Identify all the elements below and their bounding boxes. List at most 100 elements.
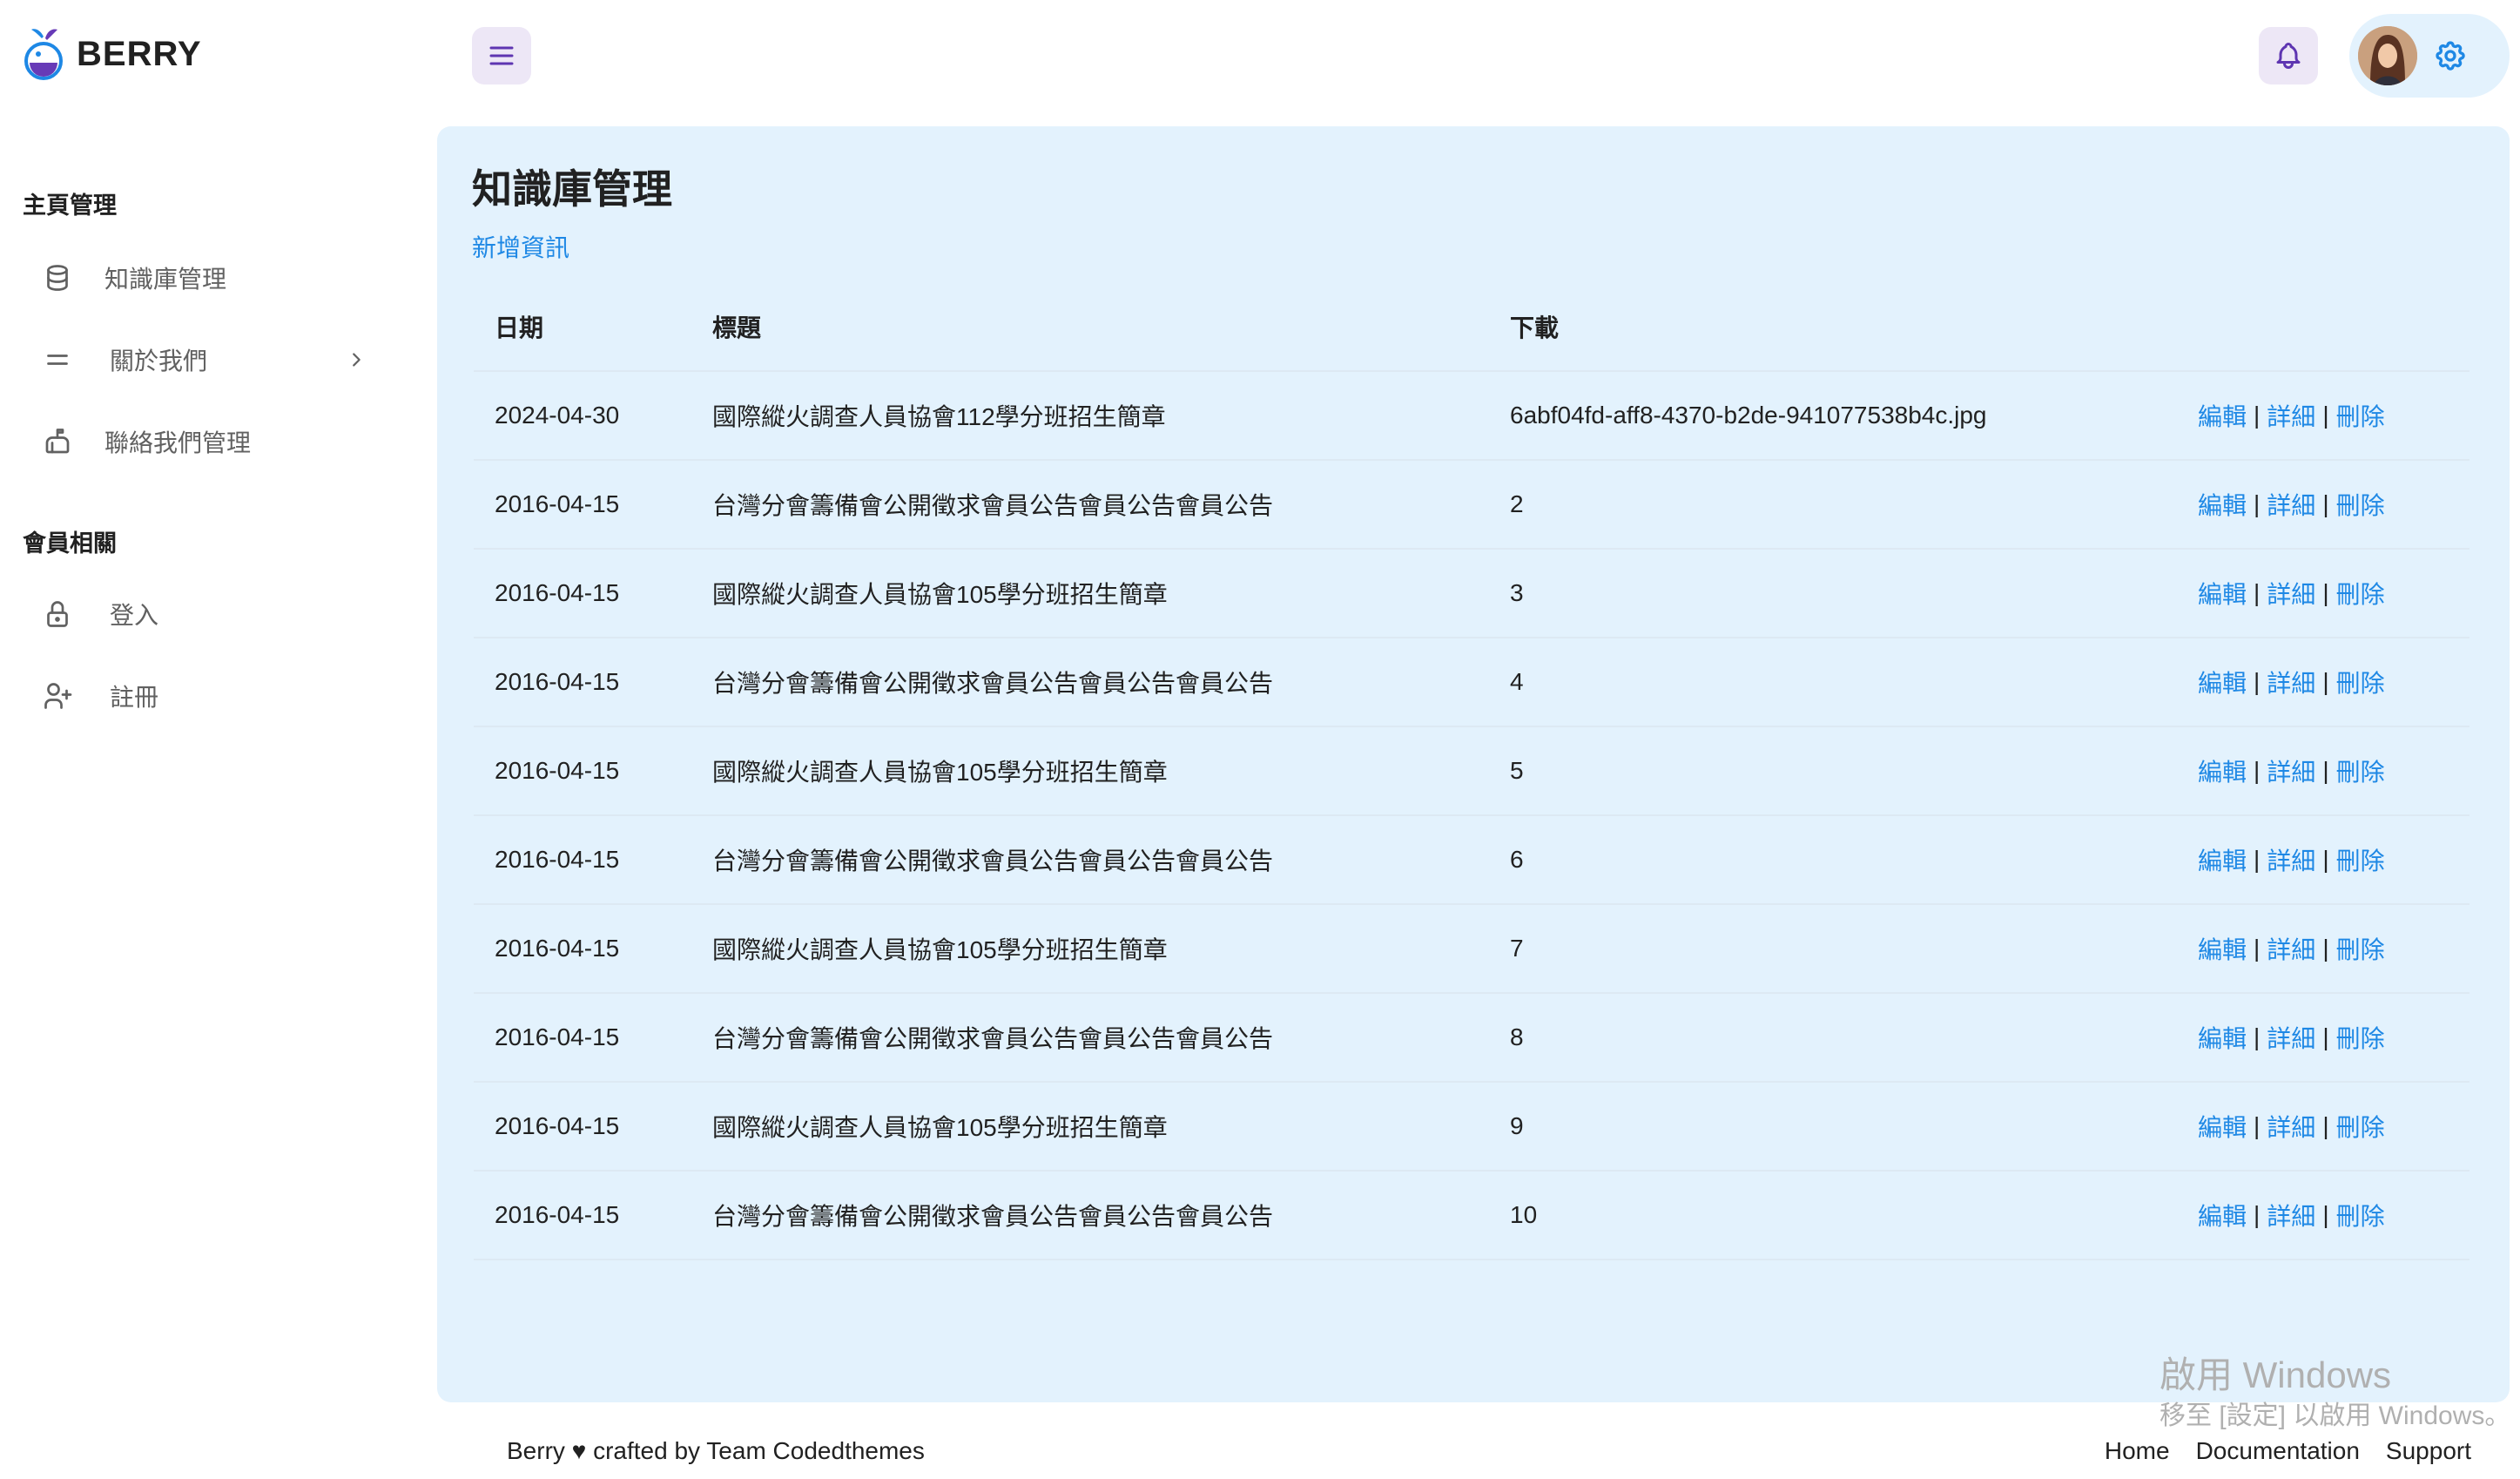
sidebar-item-contact-us[interactable]: 聯絡我們管理: [40, 411, 388, 472]
action-separator: |: [2322, 1112, 2329, 1139]
cell-download[interactable]: 6: [1510, 816, 1524, 903]
cell-date: 2016-04-15: [495, 1112, 620, 1139]
cell-date: 2016-04-15: [495, 1201, 620, 1228]
delete-link[interactable]: 刪除: [2336, 576, 2385, 611]
cell-download[interactable]: 2: [1510, 461, 1524, 548]
sidebar-item-login[interactable]: 登入: [40, 584, 388, 645]
edit-link[interactable]: 編輯: [2198, 1020, 2247, 1055]
detail-link[interactable]: 詳細: [2267, 842, 2315, 877]
edit-link[interactable]: 編輯: [2198, 398, 2247, 433]
detail-link[interactable]: 詳細: [2267, 753, 2315, 788]
windows-activation-watermark: 啟用 Windows 移至 [設定] 以啟用 Windows。: [2160, 1352, 2510, 1434]
edit-link[interactable]: 編輯: [2198, 487, 2247, 522]
table-row: 2016-04-15 台灣分會籌備會公開徵求會員公告會員公告會員公告 6 編輯 |…: [474, 816, 2469, 905]
footer-link-documentation[interactable]: Documentation: [2196, 1437, 2360, 1465]
delete-link[interactable]: 刪除: [2336, 398, 2385, 433]
cell-title: 台灣分會籌備會公開徵求會員公告會員公告會員公告: [712, 1203, 1274, 1230]
edit-link[interactable]: 編輯: [2198, 665, 2247, 699]
chevron-right-icon: [353, 353, 360, 367]
sidebar-item-about-us[interactable]: 關於我們: [40, 329, 388, 390]
sidebar-item-label: 註冊: [110, 684, 159, 711]
sidebar-item-label: 聯絡我們管理: [104, 429, 252, 456]
table-row: 2016-04-15 台灣分會籌備會公開徵求會員公告會員公告會員公告 10 編輯…: [474, 1172, 2469, 1260]
brand-logo[interactable]: BERRY: [23, 26, 202, 82]
notifications-button[interactable]: [2259, 27, 2318, 84]
action-separator: |: [2322, 402, 2329, 429]
action-separator: |: [2254, 1201, 2261, 1228]
action-separator: |: [2322, 757, 2329, 784]
edit-link[interactable]: 編輯: [2198, 1109, 2247, 1144]
cell-actions: 編輯 | 詳細 | 刪除: [2198, 1083, 2385, 1170]
cell-title: 台灣分會籌備會公開徵求會員公告會員公告會員公告: [712, 848, 1274, 875]
detail-link[interactable]: 詳細: [2267, 487, 2315, 522]
edit-link[interactable]: 編輯: [2198, 576, 2247, 611]
table-row: 2016-04-15 國際縱火調查人員協會105學分班招生簡章 3 編輯 | 詳細 |…: [474, 550, 2469, 638]
table-row: 2016-04-15 台灣分會籌備會公開徵求會員公告會員公告會員公告 8 編輯 |…: [474, 994, 2469, 1083]
cell-actions: 編輯 | 詳細 | 刪除: [2198, 727, 2385, 814]
page-title: 知識庫管理: [472, 166, 672, 212]
column-header-download: 下載: [1510, 314, 1560, 341]
delete-link[interactable]: 刪除: [2336, 1109, 2385, 1144]
sidebar-item-label: 知識庫管理: [104, 266, 227, 293]
cell-date: 2016-04-15: [495, 935, 620, 962]
action-separator: |: [2322, 490, 2329, 517]
cell-download[interactable]: 9: [1510, 1083, 1524, 1170]
delete-link[interactable]: 刪除: [2336, 842, 2385, 877]
detail-link[interactable]: 詳細: [2267, 1198, 2315, 1232]
detail-link[interactable]: 詳細: [2267, 398, 2315, 433]
profile-menu-button[interactable]: [2349, 14, 2510, 98]
sidebar-toggle-button[interactable]: [472, 27, 531, 84]
delete-link[interactable]: 刪除: [2336, 1198, 2385, 1232]
bell-icon: [2276, 43, 2301, 69]
berry-logo-icon: [24, 29, 63, 80]
cell-title: 國際縱火調查人員協會105學分班招生簡章: [712, 936, 1168, 963]
delete-link[interactable]: 刪除: [2336, 1020, 2385, 1055]
detail-link[interactable]: 詳細: [2267, 576, 2315, 611]
delete-link[interactable]: 刪除: [2336, 487, 2385, 522]
edit-link[interactable]: 編輯: [2198, 931, 2247, 966]
action-separator: |: [2254, 579, 2261, 606]
cell-title: 國際縱火調查人員協會105學分班招生簡章: [712, 581, 1168, 608]
detail-link[interactable]: 詳細: [2267, 1109, 2315, 1144]
detail-link[interactable]: 詳細: [2267, 931, 2315, 966]
action-separator: |: [2254, 935, 2261, 962]
cell-download[interactable]: 5: [1510, 727, 1524, 814]
action-separator: |: [2254, 402, 2261, 429]
footer-links: Home Documentation Support: [2105, 1437, 2471, 1465]
cell-actions: 編輯 | 詳細 | 刪除: [2198, 994, 2385, 1081]
cell-download[interactable]: 8: [1510, 994, 1524, 1081]
cell-download[interactable]: 6abf04fd-aff8-4370-b2de-941077538b4c.jpg: [1510, 372, 1987, 459]
delete-link[interactable]: 刪除: [2336, 753, 2385, 788]
edit-link[interactable]: 編輯: [2198, 842, 2247, 877]
cell-download[interactable]: 4: [1510, 638, 1524, 726]
cell-download[interactable]: 7: [1510, 905, 1524, 992]
add-info-link[interactable]: 新增資訊: [472, 229, 569, 264]
action-separator: |: [2254, 757, 2261, 784]
sidebar-item-knowledge-base[interactable]: 知識庫管理: [40, 247, 388, 308]
action-separator: |: [2254, 1023, 2261, 1050]
menu-lines-icon: [40, 342, 75, 377]
knowledge-table: 日期 標題 下載 2024-04-30 國際縱火調查人員協會112學分班招生簡章…: [474, 283, 2469, 1260]
cell-date: 2016-04-15: [495, 668, 620, 695]
edit-link[interactable]: 編輯: [2198, 1198, 2247, 1232]
cell-title: 台灣分會籌備會公開徵求會員公告會員公告會員公告: [712, 1025, 1274, 1052]
brand-name: BERRY: [77, 34, 202, 73]
delete-link[interactable]: 刪除: [2336, 665, 2385, 699]
footer-link-support[interactable]: Support: [2386, 1437, 2471, 1465]
watermark-line-1: 啟用 Windows: [2160, 1354, 2392, 1395]
column-header-date: 日期: [495, 314, 544, 341]
nav-group-title-member: 會員相關: [23, 530, 117, 557]
table-row: 2016-04-15 國際縱火調查人員協會105學分班招生簡章 5 編輯 | 詳細 |…: [474, 727, 2469, 816]
footer-link-home[interactable]: Home: [2105, 1437, 2170, 1465]
edit-link[interactable]: 編輯: [2198, 753, 2247, 788]
delete-link[interactable]: 刪除: [2336, 931, 2385, 966]
cell-download[interactable]: 3: [1510, 550, 1524, 637]
cell-download[interactable]: 10: [1510, 1172, 1537, 1259]
cell-date: 2024-04-30: [495, 402, 620, 429]
sidebar-item-register[interactable]: 註冊: [40, 665, 388, 726]
detail-link[interactable]: 詳細: [2267, 1020, 2315, 1055]
action-separator: |: [2254, 846, 2261, 873]
user-plus-icon: [40, 679, 75, 713]
cell-actions: 編輯 | 詳細 | 刪除: [2198, 905, 2385, 992]
detail-link[interactable]: 詳細: [2267, 665, 2315, 699]
